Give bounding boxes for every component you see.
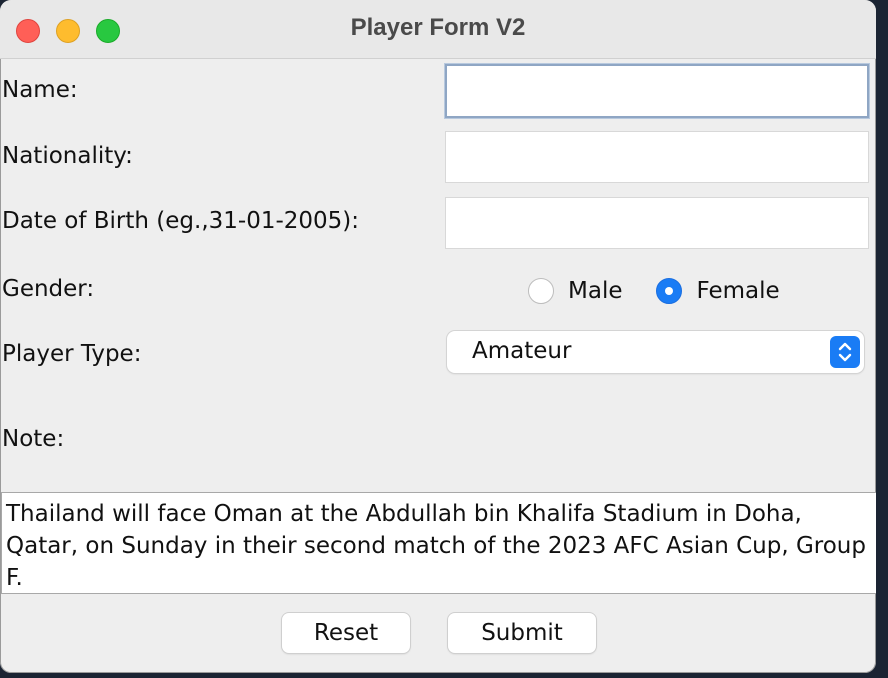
title-bar[interactable]: Player Form V2 <box>0 0 876 59</box>
background-terminal <box>876 0 888 678</box>
female-radio-label[interactable]: Female <box>696 278 779 304</box>
male-radio-label[interactable]: Male <box>568 278 622 304</box>
gender-label: Gender: <box>2 276 95 302</box>
reset-button[interactable]: Reset <box>282 613 410 653</box>
name-label: Name: <box>2 77 78 103</box>
updown-chevron-icon <box>830 336 860 368</box>
player-type-label: Player Type: <box>2 341 142 367</box>
gender-radio-group: Male Female <box>528 276 780 306</box>
note-label: Note: <box>2 426 65 452</box>
nationality-input[interactable] <box>445 131 869 183</box>
player-type-selected-value: Amateur <box>472 338 572 364</box>
female-radio[interactable] <box>656 278 683 304</box>
male-radio[interactable] <box>528 278 554 304</box>
player-type-select[interactable]: Amateur <box>447 331 864 373</box>
dob-label: Date of Birth (eg.,31-01-2005): <box>2 208 360 234</box>
note-textarea[interactable]: Thailand will face Oman at the Abdullah … <box>1 492 876 594</box>
submit-button[interactable]: Submit <box>448 613 596 653</box>
nationality-label: Nationality: <box>2 143 133 169</box>
window-title: Player Form V2 <box>350 14 526 41</box>
player-form-window: Player Form V2 Name: Nationality: Date o… <box>0 0 876 673</box>
name-input[interactable] <box>445 64 869 118</box>
dob-input[interactable] <box>445 197 869 249</box>
